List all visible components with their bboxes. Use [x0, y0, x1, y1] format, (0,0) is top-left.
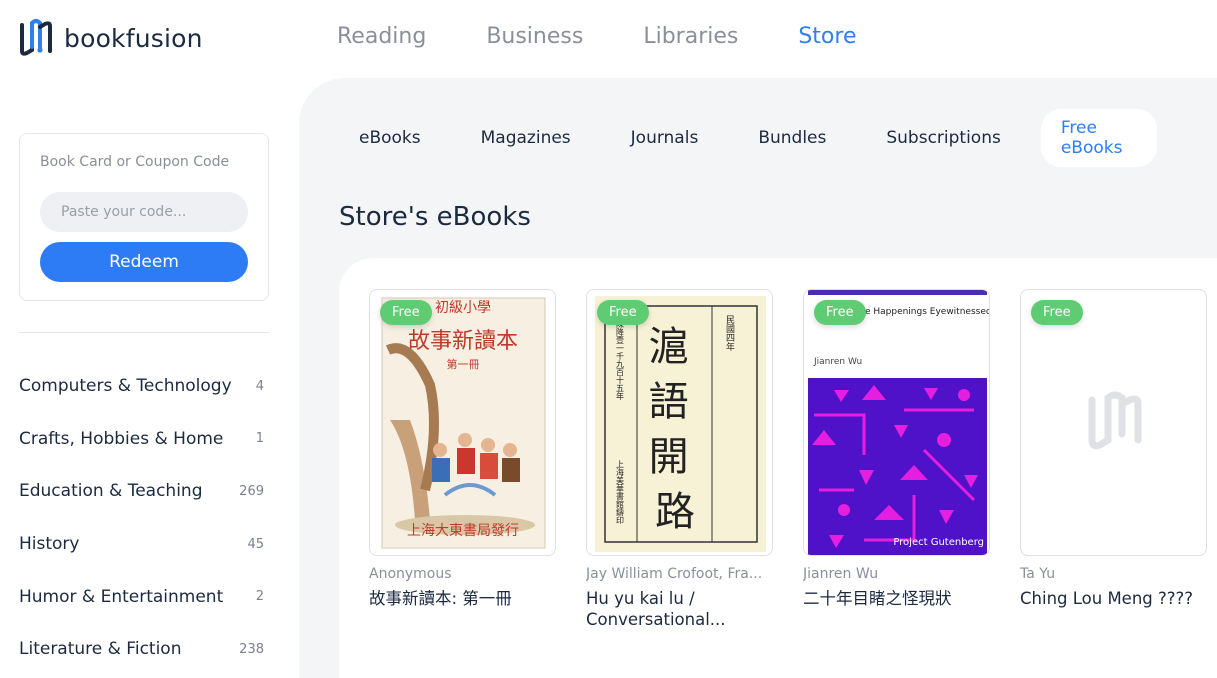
- cover-author-text: Jianren Wu: [813, 357, 862, 367]
- cover-top-text: 初級小學: [435, 299, 491, 316]
- tab-free-ebooks[interactable]: Free eBooks: [1040, 109, 1157, 167]
- sidebar-divider: [19, 332, 269, 333]
- free-badge: Free: [814, 300, 866, 325]
- book-title[interactable]: 故事新讀本: 第一冊: [369, 588, 556, 609]
- category-item-education[interactable]: Education & Teaching 269: [19, 465, 264, 518]
- book-card[interactable]: Free 滬 語 開 路 民國四年 陳降壹一千九百十五年 上海美華書館鑄印 Ja…: [586, 289, 773, 630]
- brand-name: bookfusion: [64, 23, 203, 53]
- category-count: 1: [255, 431, 264, 447]
- store-tabs: eBooks Magazines Journals Bundles Subscr…: [359, 109, 1217, 167]
- category-count: 45: [247, 536, 264, 552]
- bookfusion-logo-icon: [20, 19, 52, 56]
- book-author[interactable]: Anonymous: [369, 566, 556, 582]
- cover-side-text: 民國四年: [724, 315, 735, 352]
- category-count: 269: [239, 483, 264, 499]
- cover-header-text: 故事新讀本: [408, 329, 518, 354]
- category-item-humor[interactable]: Humor & Entertainment 2: [19, 570, 264, 623]
- top-bar: bookfusion Reading Business Libraries St…: [0, 0, 1217, 78]
- book-card[interactable]: Free Bizarre Happenings Eyewitnessed Ove…: [803, 289, 990, 609]
- category-item-history[interactable]: History 45: [19, 518, 264, 571]
- book-card[interactable]: Free Ta Yu Ching Lou Meng ????: [1020, 289, 1207, 609]
- free-badge: Free: [1031, 300, 1083, 325]
- coupon-title: Book Card or Coupon Code: [40, 154, 230, 170]
- book-title[interactable]: Hu yu kai lu / Conversational...: [586, 588, 773, 630]
- book-title[interactable]: Ching Lou Meng ????: [1020, 588, 1207, 609]
- cover-char-3: 開: [649, 434, 689, 480]
- main-nav: Reading Business Libraries Store: [337, 24, 917, 49]
- cover-left-text-2: 上海美華書館鑄印: [616, 460, 625, 525]
- cover-publisher-text: Project Gutenberg: [893, 537, 984, 548]
- book-author[interactable]: Ta Yu: [1020, 566, 1207, 582]
- coupon-card: Book Card or Coupon Code Redeem: [19, 133, 269, 301]
- coupon-code-input[interactable]: [40, 192, 248, 232]
- book-author[interactable]: Jianren Wu: [803, 566, 990, 582]
- book-title[interactable]: 二十年目睹之怪現狀: [803, 588, 990, 609]
- book-cover[interactable]: Free Bizarre Happenings Eyewitnessed Ove…: [803, 289, 990, 556]
- brand-logo[interactable]: bookfusion: [18, 17, 203, 59]
- cover-illustration-calligraphy: 滬 語 開 路 民國四年 陳降壹一千九百十五年 上海美華書館鑄印: [587, 290, 772, 555]
- redeem-button[interactable]: Redeem: [40, 242, 248, 282]
- book-card[interactable]: Free 初級小學 故事新讀本 第一冊 上海大東書局發行 Anonymous 故…: [369, 289, 556, 609]
- category-label: Computers & Technology: [19, 376, 232, 397]
- tab-bundles[interactable]: Bundles: [758, 128, 826, 148]
- category-label: Humor & Entertainment: [19, 586, 224, 607]
- category-label: History: [19, 534, 80, 555]
- book-cover[interactable]: Free: [1020, 289, 1207, 556]
- cover-vol-text: 第一冊: [447, 357, 480, 371]
- placeholder-logo-icon: [1088, 391, 1142, 450]
- category-item-computers[interactable]: Computers & Technology 4: [19, 360, 264, 413]
- section-title: Store's eBooks: [339, 202, 531, 232]
- nav-reading[interactable]: Reading: [337, 24, 426, 49]
- nav-store[interactable]: Store: [798, 24, 856, 49]
- tab-magazines[interactable]: Magazines: [481, 128, 571, 148]
- cover-illustration-children: 初級小學 故事新讀本 第一冊 上海大東書局發行: [370, 290, 555, 555]
- nav-libraries[interactable]: Libraries: [643, 24, 738, 49]
- category-label: Crafts, Hobbies & Home: [19, 428, 224, 449]
- category-label: Education & Teaching: [19, 481, 203, 502]
- cover-publisher-text: 上海大東書局發行: [407, 523, 519, 539]
- category-item-crafts[interactable]: Crafts, Hobbies & Home 1: [19, 413, 264, 466]
- category-count: 2: [255, 589, 264, 605]
- tab-journals[interactable]: Journals: [631, 128, 699, 148]
- cover-left-text: 陳降壹一千九百十五年: [616, 320, 625, 401]
- category-count: 238: [239, 641, 264, 657]
- category-count: 4: [255, 378, 264, 394]
- tab-subscriptions[interactable]: Subscriptions: [886, 128, 1000, 148]
- category-list: Computers & Technology 4 Crafts, Hobbies…: [19, 360, 264, 676]
- cover-char-4: 路: [655, 489, 695, 535]
- free-badge: Free: [597, 300, 649, 325]
- book-author[interactable]: Jay William Crofoot, Fra...: [586, 566, 773, 582]
- tab-ebooks[interactable]: eBooks: [359, 128, 421, 148]
- nav-business[interactable]: Business: [486, 24, 583, 49]
- book-cover[interactable]: Free 初級小學 故事新讀本 第一冊 上海大東書局發行: [369, 289, 556, 556]
- category-item-literature[interactable]: Literature & Fiction 238: [19, 623, 264, 676]
- free-badge: Free: [380, 300, 432, 325]
- category-label: Literature & Fiction: [19, 639, 182, 660]
- cover-char-1: 滬: [649, 324, 689, 370]
- book-cover[interactable]: Free 滬 語 開 路 民國四年 陳降壹一千九百十五年 上海美華書館鑄印: [586, 289, 773, 556]
- cover-char-2: 語: [649, 379, 689, 425]
- cover-illustration-pattern: Bizarre Happenings Eyewitnessed Over Two…: [804, 290, 989, 555]
